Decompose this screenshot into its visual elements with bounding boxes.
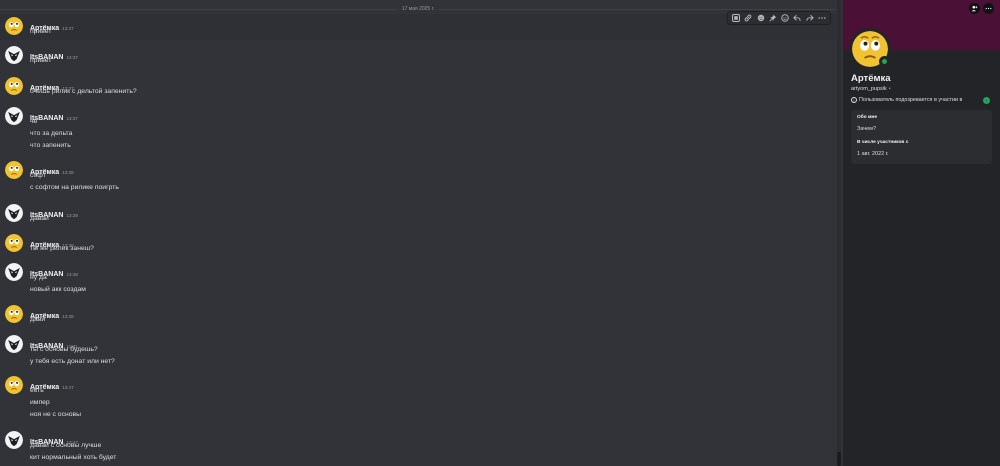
message-header: Артёмка 13:37 <box>30 17 74 32</box>
user-profile-panel: Артёмка artyom_pupsik • i Пользователь по… <box>843 0 1000 466</box>
chat-panel: 17 мая 2025 г. Артёмка 13:37 привет ItsBANA… <box>0 0 843 466</box>
member-since-heading: В числе участников с <box>857 140 909 145</box>
reply-icon[interactable] <box>792 13 802 23</box>
message-item[interactable]: ItsBANAN 13:38 ну да новый акк создам <box>0 260 836 298</box>
profile-username[interactable]: artyom_pupsik <box>851 86 887 92</box>
avatar[interactable] <box>5 234 23 252</box>
avatar[interactable] <box>5 161 23 179</box>
message-header: ItsBANAN 13:38 <box>30 263 78 278</box>
message-timestamp: 13:37 <box>62 26 74 31</box>
message-text: привет <box>30 57 52 64</box>
member-since-date: 1 авг. 2022 г. <box>857 151 889 157</box>
message-text: давай с основы лучше <box>30 442 102 449</box>
profile-warning[interactable]: i Пользователь подозревается в участии в… <box>851 95 998 105</box>
message-text: чё <box>30 118 38 125</box>
message-text: давй <box>30 316 46 323</box>
message-header: ItsBANAN 13:41 <box>30 335 78 350</box>
more-icon[interactable] <box>817 13 827 23</box>
chevron-right-icon[interactable]: › <box>983 96 990 104</box>
about-text: Зачем? <box>857 126 877 132</box>
scrollbar-thumb[interactable] <box>837 452 841 466</box>
avatar[interactable] <box>5 17 23 35</box>
message-text: ты с основы будешь? <box>30 346 98 353</box>
warning-text: Пользователь подозревается в участии в <box>859 97 963 103</box>
message-timestamp: 13:38 <box>66 272 78 277</box>
message-timestamp: 13:38 <box>66 213 78 218</box>
profile-display-name: Артёмка <box>851 73 891 84</box>
profile-info-card: Обо мне Зачем? В числе участников с 1 ав… <box>851 110 992 164</box>
message-item[interactable]: Артёмка 13:37 очешь рилик с дельтой запени… <box>0 74 836 100</box>
message-item[interactable]: ItsBANAN 13:37 привет <box>0 43 836 69</box>
chat-scrollbar[interactable] <box>837 0 841 466</box>
message-item[interactable]: Артёмка 13:38 ты же рилик занеш? <box>0 231 836 257</box>
message-header: ItsBANAN 13:37 <box>30 107 78 122</box>
avatar[interactable] <box>5 46 23 64</box>
date-divider-label: 17 мая 2025 г. <box>396 4 440 14</box>
message-text: привет <box>30 28 52 35</box>
message-timestamp: 13:47 <box>62 385 74 390</box>
info-icon: i <box>851 97 857 103</box>
online-status-indicator <box>879 56 890 67</box>
reaction-icon[interactable] <box>756 13 766 23</box>
message-header: Артёмка 13:37 <box>30 77 74 92</box>
message-text: у тебя есть донат или нет? <box>30 358 115 365</box>
avatar[interactable] <box>5 305 23 323</box>
message-timestamp: 13:38 <box>62 170 74 175</box>
message-text: с софтом на рилике поигрть <box>30 184 119 191</box>
link-icon[interactable] <box>743 13 753 23</box>
message-text: ноя не с основы <box>30 411 82 418</box>
app-icon[interactable] <box>731 13 741 23</box>
profile-top-actions <box>969 3 994 14</box>
message-header: ItsBANAN 13:38 <box>30 204 78 219</box>
about-heading: Обо мне <box>857 115 878 120</box>
message-text: новый акк создам <box>30 286 86 293</box>
pin-icon[interactable] <box>768 13 778 23</box>
message-text: ну да <box>30 274 47 281</box>
message-item[interactable]: Артёмка 13:37 привет <box>0 14 836 40</box>
message-header: ItsBANAN 13:37 <box>30 46 78 61</box>
message-text: кит нормальный хоть будет <box>30 454 117 461</box>
message-item[interactable]: Артёмка 13:38 софт с софтом на рилике поигр… <box>0 158 836 196</box>
username-suffix: • <box>888 86 891 92</box>
message-timestamp: 13:37 <box>66 116 78 121</box>
message-header: ItsBANAN 13:47 <box>30 431 78 446</box>
message-header: Артёмка 13:47 <box>30 376 74 391</box>
message-item[interactable]: ItsBANAN 13:38 давай <box>0 201 836 227</box>
avatar[interactable] <box>5 77 23 95</box>
add-friend-icon[interactable] <box>969 3 980 14</box>
message-text: софт <box>30 172 46 179</box>
avatar[interactable] <box>5 431 23 449</box>
avatar[interactable] <box>5 335 23 353</box>
message-text: импер <box>30 399 50 406</box>
message-text: есть <box>30 387 44 394</box>
date-divider: 17 мая 2025 г. <box>0 4 836 14</box>
forward-icon[interactable] <box>805 13 815 23</box>
avatar[interactable] <box>5 263 23 281</box>
message-action-toolbar <box>727 11 831 25</box>
message-header: Артёмка 13:38 <box>30 161 74 176</box>
message-item[interactable]: Артёмка 13:38 давй <box>0 302 836 328</box>
message-item[interactable]: Артёмка 13:47 есть импер ноя не с основы <box>0 373 836 423</box>
avatar[interactable] <box>5 107 23 125</box>
message-item[interactable]: ItsBANAN 13:37 чё что за дельта что запенить <box>0 104 836 154</box>
message-text: ты же рилик занеш? <box>30 245 94 252</box>
message-text: что запенить <box>30 142 71 149</box>
message-text: очешь рилик с дельтой запенить? <box>30 88 137 95</box>
profile-username-row: artyom_pupsik • <box>851 86 891 92</box>
message-timestamp: 13:38 <box>62 314 74 319</box>
message-timestamp: 13:37 <box>66 55 78 60</box>
message-item[interactable]: ItsBANAN 13:47 давай с основы лучше кит нор… <box>0 428 836 466</box>
avatar[interactable] <box>5 376 23 394</box>
message-header: Артёмка 13:38 <box>30 305 74 320</box>
message-header: Артёмка 13:38 <box>30 234 74 249</box>
message-item[interactable]: ItsBANAN 13:41 ты с основы будешь? у тебя е… <box>0 332 836 370</box>
message-text: давай <box>30 215 49 222</box>
avatar[interactable] <box>5 204 23 222</box>
message-text: что за дельта <box>30 130 73 137</box>
more-options-icon[interactable] <box>983 3 994 14</box>
emoji-icon[interactable] <box>780 13 790 23</box>
